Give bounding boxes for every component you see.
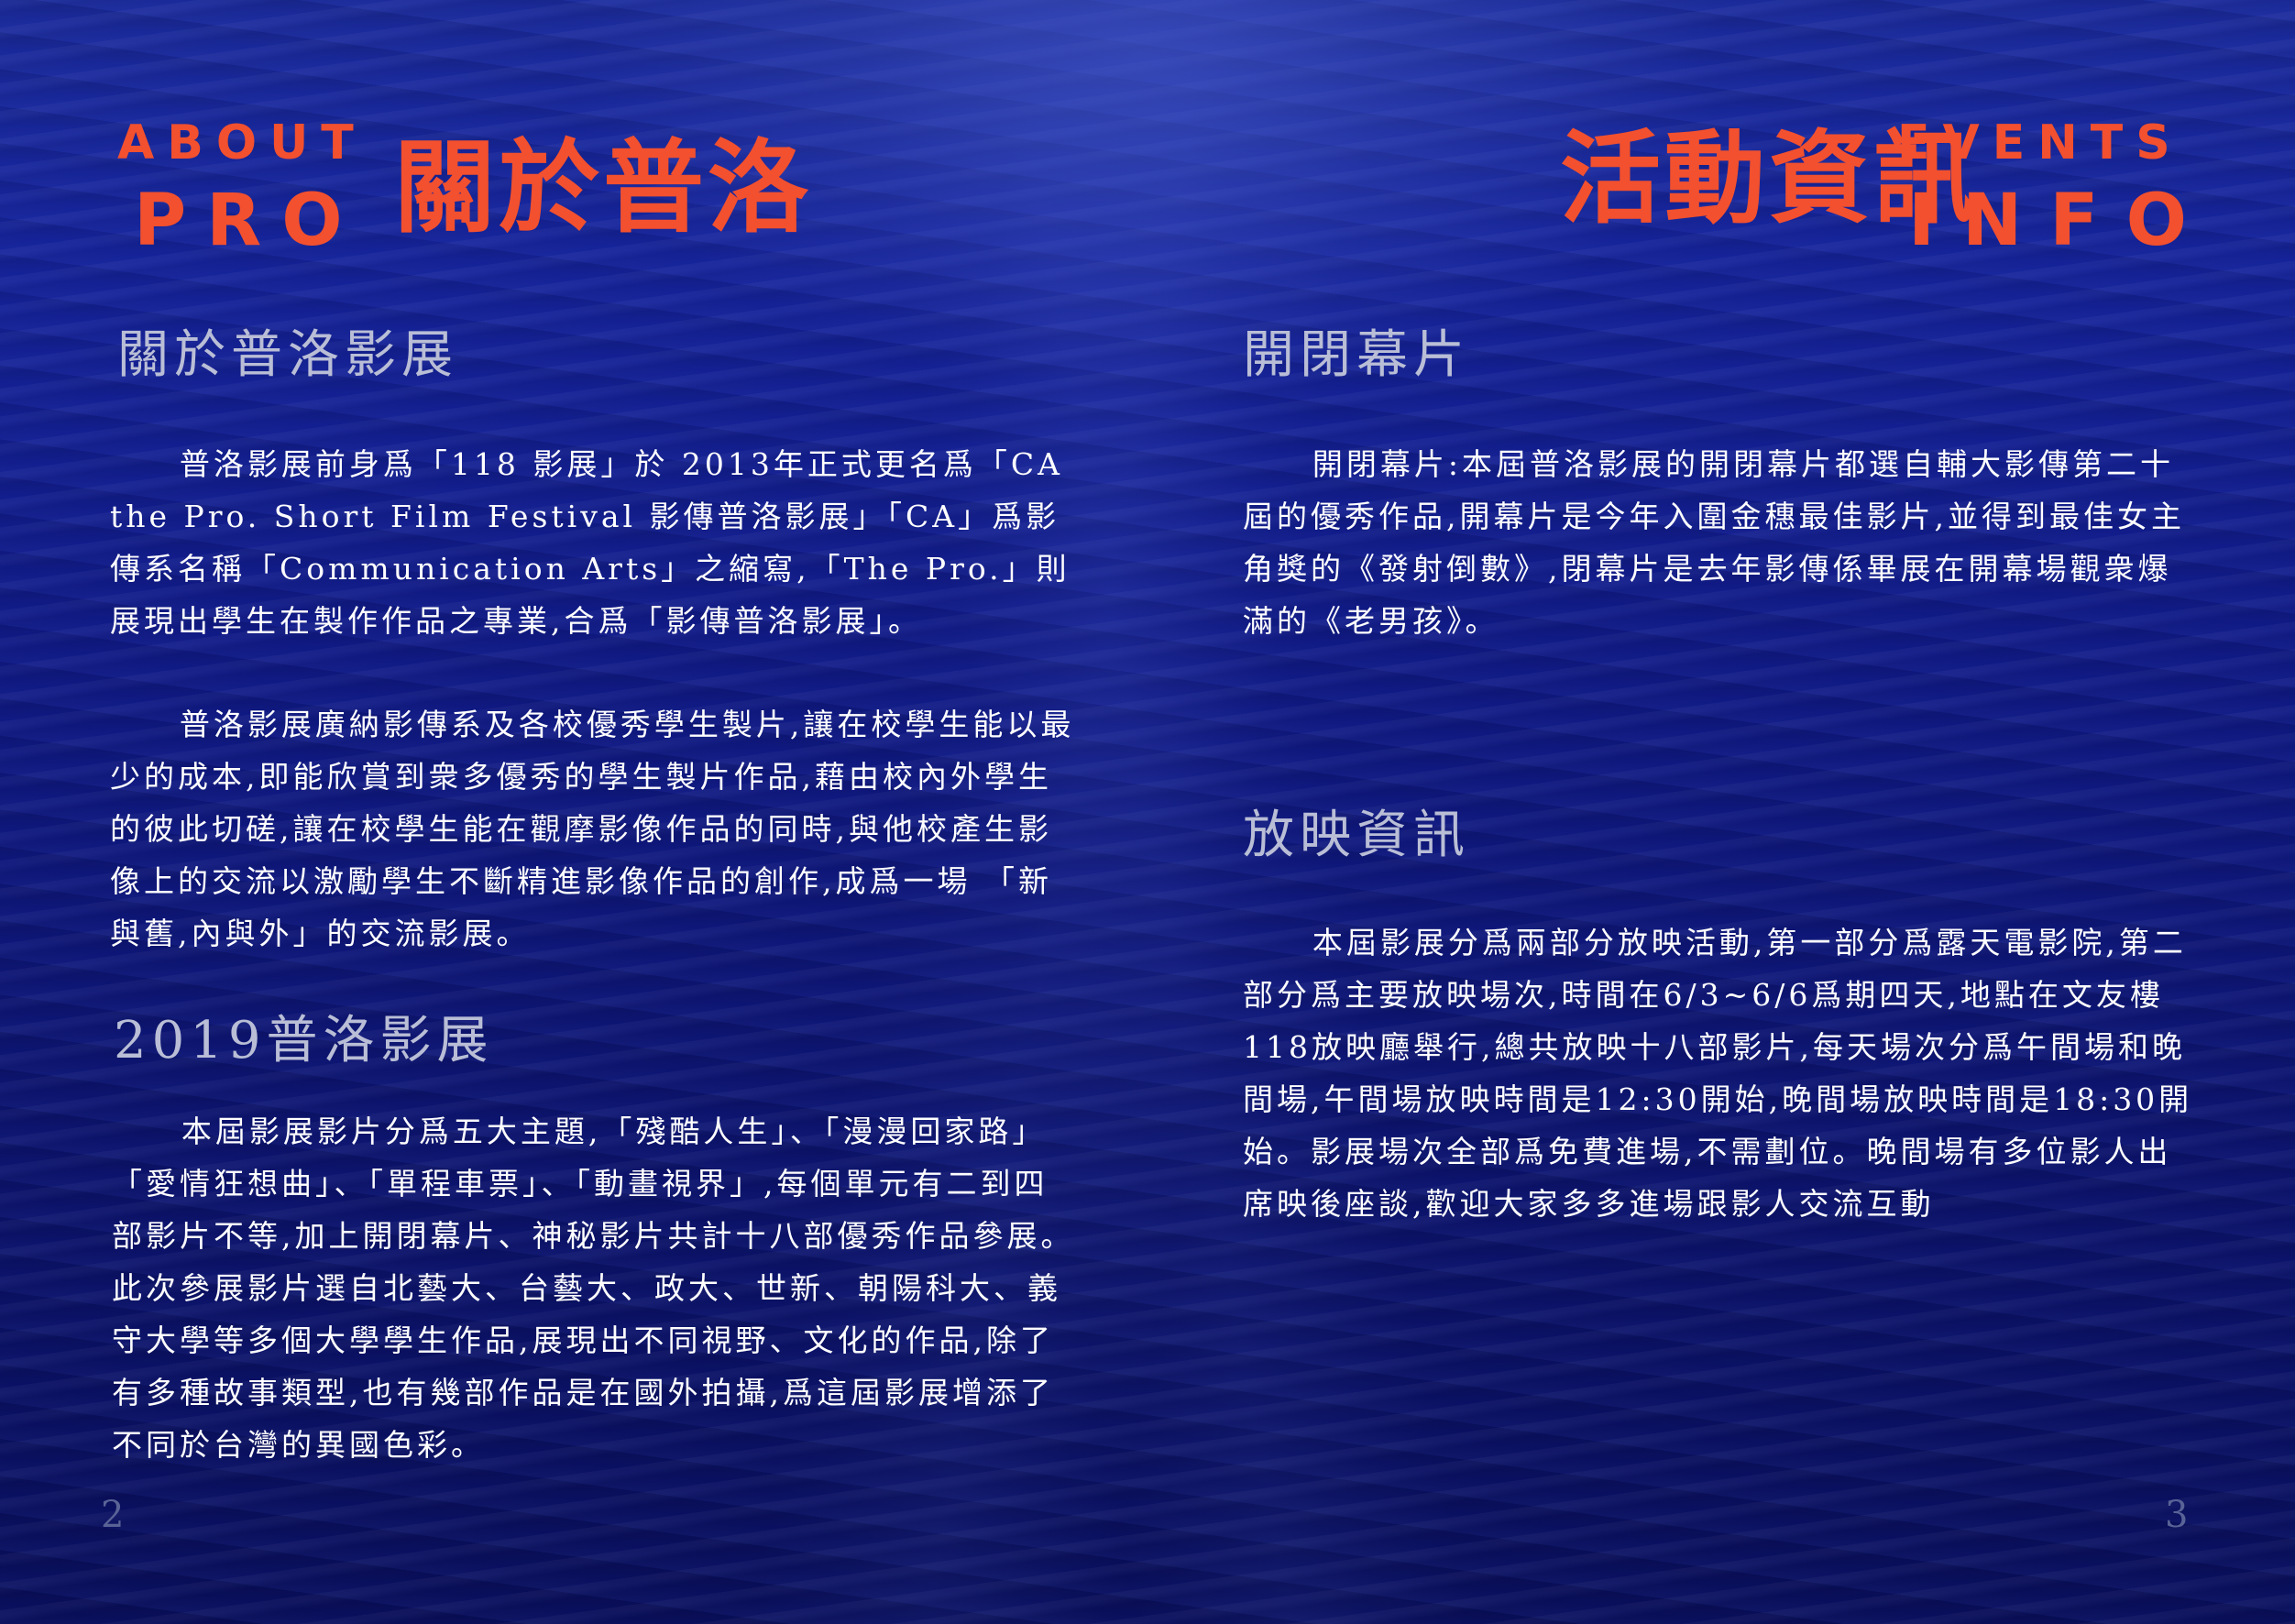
page-number: 3	[2165, 1494, 2189, 1536]
title-en-events: EVENTS	[1897, 115, 2183, 170]
section-heading-2019: 2019普洛影展	[114, 1011, 494, 1070]
title-en-pro: PRO	[134, 180, 363, 262]
title-en-info: INFO	[1908, 180, 2214, 262]
screening-paragraph: 本屆影展分爲兩部分放映活動,第一部分爲露天電影院,第二部分爲主要放映場次,時間在…	[1243, 925, 2193, 1222]
section-heading-about-festival: 關於普洛影展	[117, 325, 458, 385]
opening-closing-paragraph: 開閉幕片:本屆普洛影展的開閉幕片都選自輔大影傳第二十屆的優秀作品,開幕片是今年入…	[1243, 446, 2185, 639]
section-heading-screening: 放映資訊	[1243, 806, 1470, 865]
about-paragraph-2: 普洛影展廣納影傳系及各校優秀學生製片,讓在校學生能以最少的成本,即能欣賞到衆多優…	[110, 707, 1075, 951]
title-zh-about-pro: 關於普洛	[394, 128, 812, 247]
title-en-about: ABOUT	[117, 115, 367, 170]
left-page: ABOUT PRO 關於普洛 關於普洛影展 普洛影展前身爲「118 影展」於 2…	[0, 0, 1148, 1624]
right-page: 活動資訊 EVENTS INFO 開閉幕片 開閉幕片:本屆普洛影展的開閉幕片都選…	[1148, 0, 2295, 1624]
section-heading-opening-closing: 開閉幕片	[1243, 325, 1470, 385]
festival-2019-paragraph: 本屆影展影片分爲五大主題,「殘酷人生」、「漫漫回家路」「愛情狂想曲」、「單程車票…	[112, 1114, 1075, 1463]
about-paragraph-1: 普洛影展前身爲「118 影展」於 2013年正式更名爲「CA the Pro. …	[110, 446, 1071, 639]
page-number: 2	[101, 1494, 125, 1536]
